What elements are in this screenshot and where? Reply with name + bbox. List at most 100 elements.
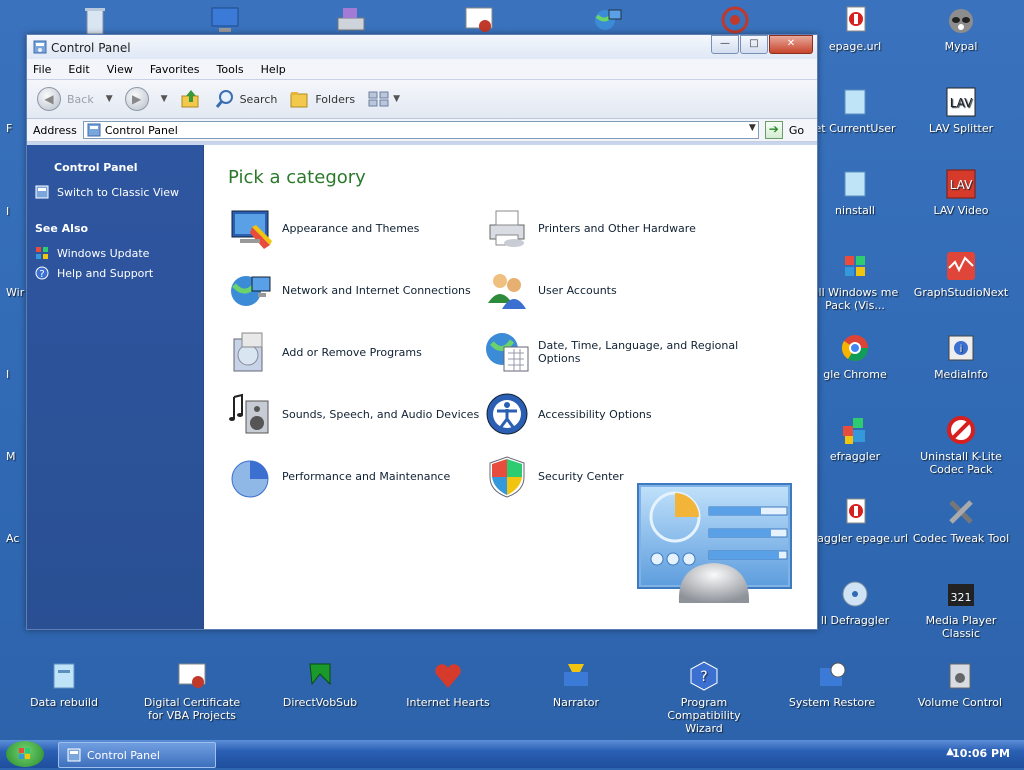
disc-icon	[839, 578, 871, 610]
up-folder-button[interactable]	[180, 88, 202, 110]
desktop-shortcut[interactable]: ? Program Compatibility Wizard	[649, 660, 759, 735]
switch-classic-view-link[interactable]: Switch to Classic View	[27, 182, 203, 202]
toolbar: ◀ Back ▼ ▶ ▼ Search Folders ▼	[27, 80, 817, 119]
control-panel-illustration-icon	[637, 483, 792, 603]
address-dropdown-icon[interactable]: ▼	[749, 123, 756, 133]
desktop-shortcut[interactable]: Internet Hearts	[393, 660, 503, 709]
svg-text:?: ?	[39, 269, 44, 280]
forward-dropdown-icon[interactable]: ▼	[161, 94, 168, 104]
datetime-icon	[484, 329, 530, 375]
address-input[interactable]: Control Panel ▼	[82, 121, 759, 139]
performance-icon	[228, 453, 274, 499]
start-button[interactable]	[6, 741, 44, 767]
search-button[interactable]: Search	[214, 88, 277, 110]
lav-red-icon: LAV	[945, 168, 977, 200]
users-icon	[484, 267, 530, 313]
desktop-shortcut-label: DirectVobSub	[282, 696, 358, 709]
desktop-shortcut[interactable]: Mypal	[906, 4, 1016, 53]
title-bar[interactable]: Control Panel — □ ✕	[27, 35, 817, 59]
chrome-icon	[839, 332, 871, 364]
back-dropdown-icon[interactable]: ▼	[106, 94, 113, 104]
menu-tools[interactable]: Tools	[217, 63, 244, 76]
menu-help[interactable]: Help	[261, 63, 286, 76]
desktop-shortcut[interactable]: LAV LAV Video	[906, 168, 1016, 217]
clipped-desktop-label[interactable]: M	[6, 450, 16, 463]
windows-update-link[interactable]: Windows Update	[27, 243, 203, 263]
desktop-shortcut-label: Data rebuild	[30, 696, 98, 709]
desktop-shortcut[interactable]: Digital Certificate for VBA Projects	[137, 660, 247, 722]
menu-edit[interactable]: Edit	[68, 63, 89, 76]
category-link[interactable]: Accessibility Options	[484, 391, 744, 437]
computer-icon	[209, 4, 241, 36]
programs-icon	[228, 329, 274, 375]
help-support-link[interactable]: ? Help and Support	[27, 263, 203, 283]
clipped-desktop-label[interactable]: I	[6, 205, 9, 218]
desktop-shortcut[interactable]: i MediaInfo	[906, 332, 1016, 381]
category-link[interactable]: Printers and Other Hardware	[484, 205, 744, 251]
category-label: Date, Time, Language, and Regional Optio…	[538, 339, 739, 365]
category-link[interactable]: Network and Internet Connections	[228, 267, 488, 313]
folders-label: Folders	[315, 92, 356, 106]
category-link[interactable]: Performance and Maintenance	[228, 453, 488, 499]
raccoon-icon	[945, 4, 977, 36]
desktop-shortcut-label: Volume Control	[917, 696, 1003, 709]
film-icon: 321	[945, 578, 977, 610]
address-value: Control Panel	[104, 123, 178, 137]
back-button[interactable]: ◀ Back ▼	[37, 87, 113, 111]
desktop-shortcut[interactable]: LAV LAV Splitter	[906, 86, 1016, 135]
folders-button[interactable]: Folders	[289, 88, 355, 110]
menu-file[interactable]: File	[33, 63, 51, 76]
volume-icon	[944, 660, 976, 692]
desktop-shortcut[interactable]: 321 Media Player Classic	[906, 578, 1016, 640]
minimize-button[interactable]: —	[711, 35, 739, 54]
control-panel-small-icon	[87, 123, 101, 137]
go-button[interactable]: ➔ Go	[764, 121, 804, 139]
category-link[interactable]: Appearance and Themes	[228, 205, 488, 251]
clipped-desktop-label[interactable]: Ac	[6, 532, 19, 545]
network-icon	[228, 267, 274, 313]
views-button[interactable]: ▼	[367, 89, 400, 109]
windows-logo-icon	[19, 748, 30, 759]
clipped-desktop-label[interactable]: Wir	[6, 286, 24, 299]
category-link[interactable]: Date, Time, Language, and Regional Optio…	[484, 329, 744, 375]
desktop-shortcut[interactable]: GraphStudioNext	[906, 250, 1016, 299]
category-label: Network and Internet Connections	[282, 283, 471, 297]
window-title: Control Panel	[51, 41, 131, 55]
mediainfo-icon: i	[945, 332, 977, 364]
taskbar: Control Panel ▲ 10:06 PM	[0, 740, 1024, 768]
desktop-shortcut-label: Digital Certificate for VBA Projects	[143, 696, 241, 722]
desktop-shortcut-label: Uninstall K-Lite Codec Pack	[920, 450, 1002, 476]
target-icon	[719, 4, 751, 36]
clipped-desktop-label[interactable]: F	[6, 122, 12, 135]
clock[interactable]: 10:06 PM	[952, 747, 1010, 760]
sidebar-title: Control Panel	[54, 161, 138, 174]
category-link[interactable]: Add or Remove Programs	[228, 329, 488, 375]
taskbar-item-label: Control Panel	[87, 748, 160, 762]
forward-button[interactable]: ▶ ▼	[124, 87, 168, 111]
security-icon	[484, 453, 530, 499]
desktop-shortcut[interactable]: Codec Tweak Tool	[906, 496, 1016, 545]
category-link[interactable]: User Accounts	[484, 267, 744, 313]
desktop-shortcut[interactable]: Data rebuild	[9, 660, 119, 709]
desktop-shortcut[interactable]: Volume Control	[905, 660, 1015, 709]
recycle-bin-icon	[79, 4, 111, 36]
desktop-shortcut[interactable]: System Restore	[777, 660, 887, 709]
menu-bar: File Edit View Favorites Tools Help	[27, 59, 817, 80]
desktop-shortcut[interactable]: Narrator	[521, 660, 631, 709]
desktop-shortcut-label: LAV Splitter	[928, 122, 994, 135]
taskbar-item-control-panel[interactable]: Control Panel	[58, 742, 216, 768]
close-button[interactable]: ✕	[769, 35, 813, 54]
see-also-heading: See Also	[35, 222, 89, 235]
maximize-button[interactable]: □	[740, 35, 768, 54]
desktop-shortcut[interactable]: DirectVobSub	[265, 660, 375, 709]
tools-icon	[945, 496, 977, 528]
desktop-shortcut-label: GraphStudioNext	[913, 286, 1009, 299]
clipped-desktop-label[interactable]: I	[6, 368, 9, 381]
desktop-shortcut-label: Internet Hearts	[406, 696, 490, 709]
menu-favorites[interactable]: Favorites	[150, 63, 200, 76]
desktop-shortcut[interactable]: Uninstall K-Lite Codec Pack	[906, 414, 1016, 476]
control-panel-icon	[33, 40, 47, 54]
lav-icon: LAV	[945, 86, 977, 118]
menu-view[interactable]: View	[107, 63, 133, 76]
category-link[interactable]: Sounds, Speech, and Audio Devices	[228, 391, 488, 437]
